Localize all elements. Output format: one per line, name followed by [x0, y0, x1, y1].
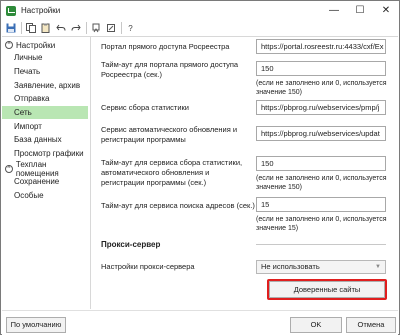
toolbar-separator	[86, 22, 87, 34]
dialog-footer: По умолчанию OK Отмена	[2, 310, 398, 335]
minimize-button[interactable]: —	[321, 1, 347, 20]
portal-url-field[interactable]: https://portal.rosreestr.ru:4433/cxf/Ex	[256, 39, 386, 54]
stats-timeout-hint: (если не заполнено или 0, используется з…	[256, 175, 387, 191]
toolbar: ?	[2, 20, 398, 37]
maximize-button[interactable]: ☐	[347, 1, 373, 20]
stats-timeout-field[interactable]: 150	[256, 156, 386, 171]
collapse-icon[interactable]: ^	[5, 164, 13, 173]
portal-timeout-label: Тайм-аут для портала прямого доступа Рос…	[101, 60, 239, 79]
stats-service-field[interactable]: https://pbprog.ru/webservices/pmp/j	[256, 100, 386, 115]
sidebar-item-network[interactable]: Сеть	[2, 105, 88, 120]
collapse-icon[interactable]: ^	[5, 41, 13, 49]
undo-icon[interactable]	[54, 22, 67, 35]
proxy-section-title: Прокси-сервер	[101, 240, 161, 249]
toolbar-separator	[121, 22, 122, 34]
chevron-down-icon: ▼	[375, 264, 381, 270]
group-settings[interactable]: ^ Настройки	[2, 39, 90, 51]
sidebar-item-database[interactable]: База данных	[2, 133, 90, 147]
section-divider	[256, 244, 386, 245]
stats-timeout-label: Тайм-аут для сервиса сбора статистики, а…	[101, 158, 243, 187]
settings-window: Настройки — ☐ ✕ ? ^ Настройки Личные Печ…	[0, 0, 400, 335]
trusted-sites-button[interactable]: Доверенные сайты	[269, 281, 385, 298]
save-icon[interactable]	[4, 22, 17, 35]
group-label: Настройки	[16, 40, 56, 50]
proxy-select-value: Не использовать	[261, 262, 320, 271]
group-room-techplan[interactable]: ^ Техплан помещения	[2, 159, 90, 178]
address-timeout-label: Тайм-аут для сервиса поиска адресов (сек…	[101, 201, 255, 210]
ok-button[interactable]: OK	[290, 317, 342, 333]
address-timeout-field[interactable]: 15	[256, 197, 386, 212]
update-service-label: Сервис автоматического обновления и реги…	[101, 125, 238, 144]
network-settings-panel: Портал прямого доступа Росреестра https:…	[91, 37, 399, 309]
window-title: Настройки	[21, 6, 61, 15]
address-timeout-hint: (если не заполнено или 0, используется з…	[256, 216, 387, 232]
stats-service-label: Сервис сбора статистики	[101, 103, 189, 112]
sidebar-item-special[interactable]: Особые	[2, 188, 90, 202]
app-icon	[6, 5, 16, 16]
sidebar-item-graphics-view[interactable]: Просмотр графики	[2, 147, 90, 161]
sidebar-item-sending[interactable]: Отправка	[2, 92, 90, 106]
cancel-button[interactable]: Отмена	[346, 317, 396, 333]
copy-icon[interactable]	[24, 22, 37, 35]
group-label: Техплан помещения	[15, 159, 59, 178]
proxy-settings-label: Настройки прокси-сервера	[101, 262, 195, 271]
sidebar-item-import[interactable]: Импорт	[2, 119, 90, 133]
cut-icon[interactable]	[89, 22, 102, 35]
portal-timeout-hint: (если не заполнено или 0, используется з…	[256, 80, 387, 96]
sidebar-item-application-archive[interactable]: Заявление, архив	[2, 78, 90, 92]
default-button[interactable]: По умолчанию	[6, 317, 66, 333]
window-controls: — ☐ ✕	[321, 1, 399, 20]
update-service-field[interactable]: https://pbprog.ru/webservices/updat	[256, 126, 386, 141]
redo-icon[interactable]	[69, 22, 82, 35]
sidebar-item-print[interactable]: Печать	[2, 65, 90, 79]
portal-label: Портал прямого доступа Росреестра	[101, 42, 230, 51]
sidebar-item-personal[interactable]: Личные	[2, 51, 90, 65]
portal-timeout-field[interactable]: 150	[256, 61, 386, 76]
help-icon[interactable]: ?	[124, 22, 137, 35]
close-button[interactable]: ✕	[373, 1, 399, 20]
settings-sidebar: ^ Настройки Личные Печать Заявление, арх…	[2, 37, 91, 309]
clear-icon[interactable]	[104, 22, 117, 35]
title-bar: Настройки — ☐ ✕	[1, 1, 399, 20]
toolbar-separator	[21, 22, 22, 34]
proxy-select[interactable]: Не использовать ▼	[256, 260, 386, 274]
paste-icon[interactable]	[39, 22, 52, 35]
